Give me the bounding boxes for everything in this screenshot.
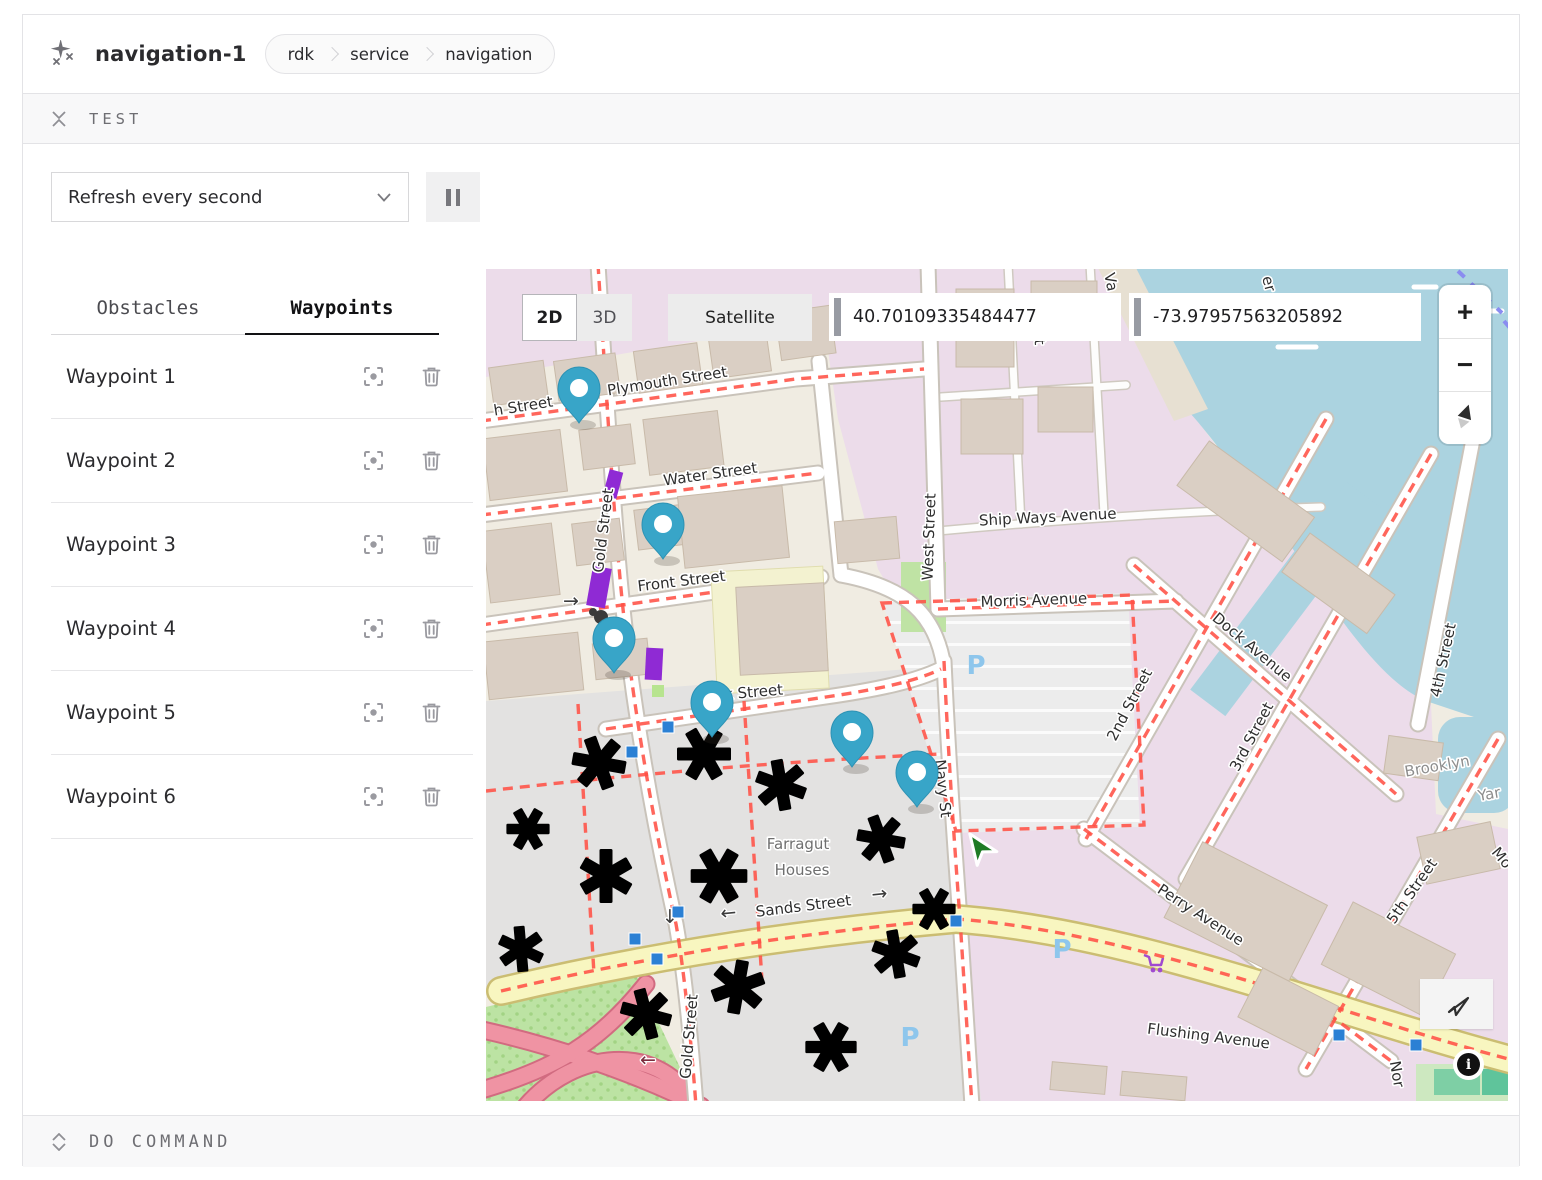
focus-target-icon bbox=[363, 618, 384, 639]
info-icon: i bbox=[1457, 1053, 1480, 1076]
latitude-field bbox=[829, 293, 1121, 341]
trash-icon bbox=[422, 534, 441, 555]
waypoint-label: Waypoint 5 bbox=[51, 701, 363, 724]
obstacle-marker[interactable] bbox=[645, 648, 664, 681]
breadcrumb-item-service[interactable]: service bbox=[350, 45, 409, 64]
tab-obstacles[interactable]: Obstacles bbox=[51, 289, 245, 335]
refresh-controls: Refresh every second bbox=[23, 144, 1519, 269]
pause-refresh-button[interactable] bbox=[426, 172, 480, 222]
trash-icon bbox=[422, 786, 441, 807]
waypoint-row: Waypoint 1 bbox=[51, 335, 473, 419]
map-attribution-info-button[interactable]: i bbox=[1453, 1049, 1484, 1080]
street-label: Houses bbox=[775, 861, 830, 879]
longitude-field bbox=[1129, 293, 1421, 341]
focus-waypoint-button[interactable] bbox=[363, 786, 384, 807]
panel-tabs: ObstaclesWaypoints bbox=[51, 289, 439, 335]
locate-robot-button[interactable] bbox=[1420, 979, 1493, 1029]
delete-waypoint-button[interactable] bbox=[422, 786, 441, 807]
parking-icon: P bbox=[1052, 935, 1071, 965]
street-label: ← bbox=[719, 901, 737, 925]
zoom-in-button[interactable]: + bbox=[1439, 285, 1491, 338]
waypoint-label: Waypoint 6 bbox=[51, 785, 363, 808]
waypoints-panel: ObstaclesWaypoints Waypoint 1 bbox=[23, 269, 486, 1101]
waypoint-row: Waypoint 4 bbox=[51, 587, 473, 671]
parking-icon: P bbox=[900, 1023, 919, 1053]
navigation-arrow-icon bbox=[1444, 991, 1470, 1017]
satellite-toggle-button[interactable]: Satellite bbox=[668, 294, 812, 341]
street-label: West Street bbox=[918, 493, 939, 581]
page-title: navigation-1 bbox=[95, 42, 247, 66]
focus-target-icon bbox=[363, 786, 384, 807]
delete-waypoint-button[interactable] bbox=[422, 450, 441, 471]
focus-target-icon bbox=[363, 702, 384, 723]
card-header: navigation-1 rdk service navigation bbox=[23, 15, 1519, 93]
latitude-drag-handle[interactable] bbox=[834, 298, 841, 336]
focus-target-icon bbox=[363, 450, 384, 471]
waypoint-row: Waypoint 5 bbox=[51, 671, 473, 755]
test-section-bar[interactable]: TEST bbox=[23, 93, 1519, 144]
waypoint-label: Waypoint 3 bbox=[51, 533, 363, 556]
chevron-down-icon bbox=[377, 193, 391, 202]
map-canvas[interactable]: Plymouth Streeth StreetWater StreetFront… bbox=[486, 269, 1508, 1101]
focus-waypoint-button[interactable] bbox=[363, 618, 384, 639]
breadcrumb-separator bbox=[420, 47, 434, 61]
delete-waypoint-button[interactable] bbox=[422, 534, 441, 555]
trash-icon bbox=[422, 702, 441, 723]
pause-icon bbox=[446, 189, 451, 206]
breadcrumb: rdk service navigation bbox=[265, 34, 556, 74]
waypoint-label: Waypoint 2 bbox=[51, 449, 363, 472]
street-label: ← bbox=[640, 1049, 656, 1071]
do-command-label: DO COMMAND bbox=[89, 1132, 231, 1152]
focus-waypoint-button[interactable] bbox=[363, 366, 384, 387]
waypoint-label: Waypoint 4 bbox=[51, 617, 363, 640]
movement-sparkles-icon bbox=[49, 40, 77, 68]
main-content: ObstaclesWaypoints Waypoint 1 bbox=[23, 269, 1519, 1101]
focus-waypoint-button[interactable] bbox=[363, 450, 384, 471]
focus-waypoint-button[interactable] bbox=[363, 534, 384, 555]
breadcrumb-separator bbox=[325, 47, 339, 61]
do-command-section-bar[interactable]: DO COMMAND bbox=[23, 1115, 1519, 1167]
tab-waypoints[interactable]: Waypoints bbox=[245, 289, 439, 335]
waypoint-label: Waypoint 1 bbox=[51, 365, 363, 388]
breadcrumb-item-rdk[interactable]: rdk bbox=[288, 45, 315, 64]
delete-waypoint-button[interactable] bbox=[422, 702, 441, 723]
breadcrumb-item-navigation[interactable]: navigation bbox=[445, 45, 532, 64]
collapse-icon bbox=[51, 110, 67, 128]
waypoint-row: Waypoint 2 bbox=[51, 419, 473, 503]
waypoint-row: Waypoint 3 bbox=[51, 503, 473, 587]
map-zoom-controls: + − bbox=[1439, 285, 1491, 444]
refresh-rate-select[interactable]: Refresh every second bbox=[51, 172, 409, 222]
street-label: → bbox=[563, 590, 579, 612]
test-section-label: TEST bbox=[89, 110, 142, 128]
longitude-input[interactable] bbox=[1141, 307, 1421, 327]
expand-icon bbox=[51, 1133, 67, 1151]
parking-icon: P bbox=[966, 651, 985, 681]
street-label: ↓ bbox=[662, 906, 678, 928]
street-label: Farragut bbox=[767, 835, 830, 853]
trash-icon bbox=[422, 366, 441, 387]
delete-waypoint-button[interactable] bbox=[422, 366, 441, 387]
latitude-input[interactable] bbox=[841, 307, 1121, 327]
waypoint-list: Waypoint 1 Waypoint 2 bbox=[51, 335, 473, 839]
compass-button[interactable] bbox=[1439, 391, 1491, 444]
street-label: Va bbox=[1100, 271, 1121, 293]
focus-target-icon bbox=[363, 534, 384, 555]
longitude-drag-handle[interactable] bbox=[1134, 298, 1141, 336]
delete-waypoint-button[interactable] bbox=[422, 618, 441, 639]
map-2d-button[interactable]: 2D bbox=[522, 294, 577, 341]
trash-icon bbox=[422, 450, 441, 471]
street-label: Morris Avenue bbox=[980, 589, 1087, 611]
focus-target-icon bbox=[363, 366, 384, 387]
resource-card: navigation-1 rdk service navigation TEST R… bbox=[22, 14, 1520, 1166]
map-3d-button[interactable]: 3D bbox=[577, 294, 632, 341]
trash-icon bbox=[422, 618, 441, 639]
zoom-out-button[interactable]: − bbox=[1439, 338, 1491, 391]
map-container: Plymouth Streeth StreetWater StreetFront… bbox=[486, 269, 1508, 1101]
map-mode-toggle: 2D 3D bbox=[522, 294, 632, 341]
refresh-rate-value: Refresh every second bbox=[68, 187, 262, 208]
compass-icon bbox=[1453, 402, 1477, 430]
street-label: → bbox=[870, 882, 888, 906]
focus-waypoint-button[interactable] bbox=[363, 702, 384, 723]
waypoint-row: Waypoint 6 bbox=[51, 755, 473, 839]
